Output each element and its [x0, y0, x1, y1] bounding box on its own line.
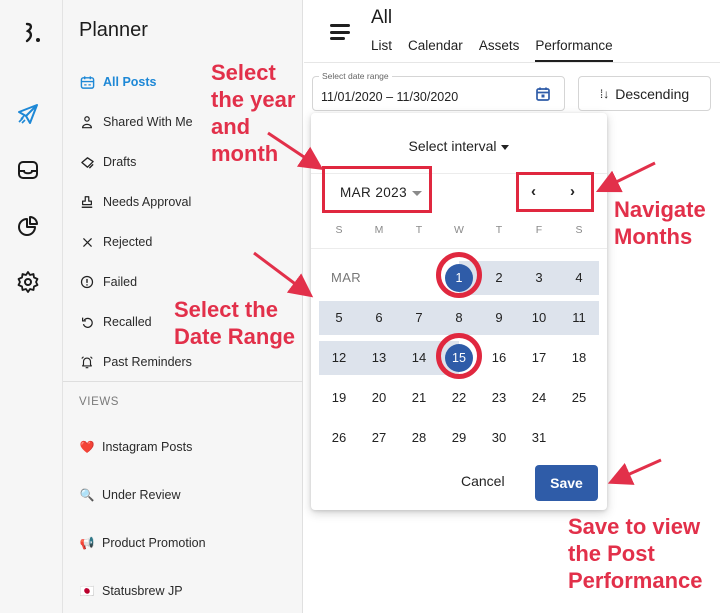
- arrow-to-month-select: [267, 131, 324, 170]
- arrow-to-date-range: [253, 251, 314, 298]
- arrow-to-save: [607, 458, 662, 485]
- arrow-to-month-nav: [595, 161, 656, 193]
- annotation-arrows: [253, 131, 662, 485]
